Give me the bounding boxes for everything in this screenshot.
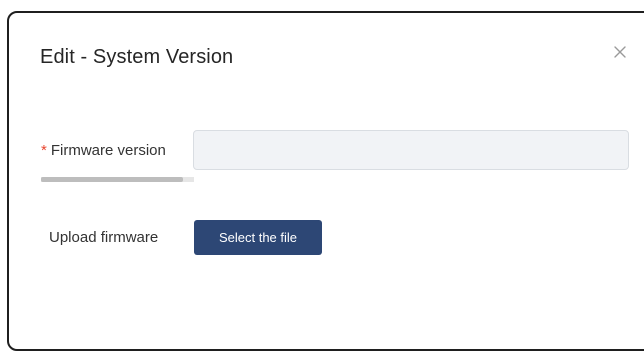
label-scrollbar-thumb[interactable] xyxy=(41,177,184,182)
select-file-button[interactable]: Select the file xyxy=(194,220,322,255)
upload-firmware-label: Upload firmware xyxy=(49,229,159,246)
firmware-version-label-text: Firmware version xyxy=(50,142,166,159)
close-icon[interactable] xyxy=(611,43,629,61)
edit-system-version-dialog: Edit - System Version * Firmware version … xyxy=(7,11,644,351)
label-scrollbar[interactable] xyxy=(41,177,194,182)
dialog-title: Edit - System Version xyxy=(40,46,234,68)
firmware-version-input[interactable] xyxy=(193,130,629,170)
required-mark: * xyxy=(41,142,47,159)
firmware-version-label: * Firmware version xyxy=(41,142,166,159)
